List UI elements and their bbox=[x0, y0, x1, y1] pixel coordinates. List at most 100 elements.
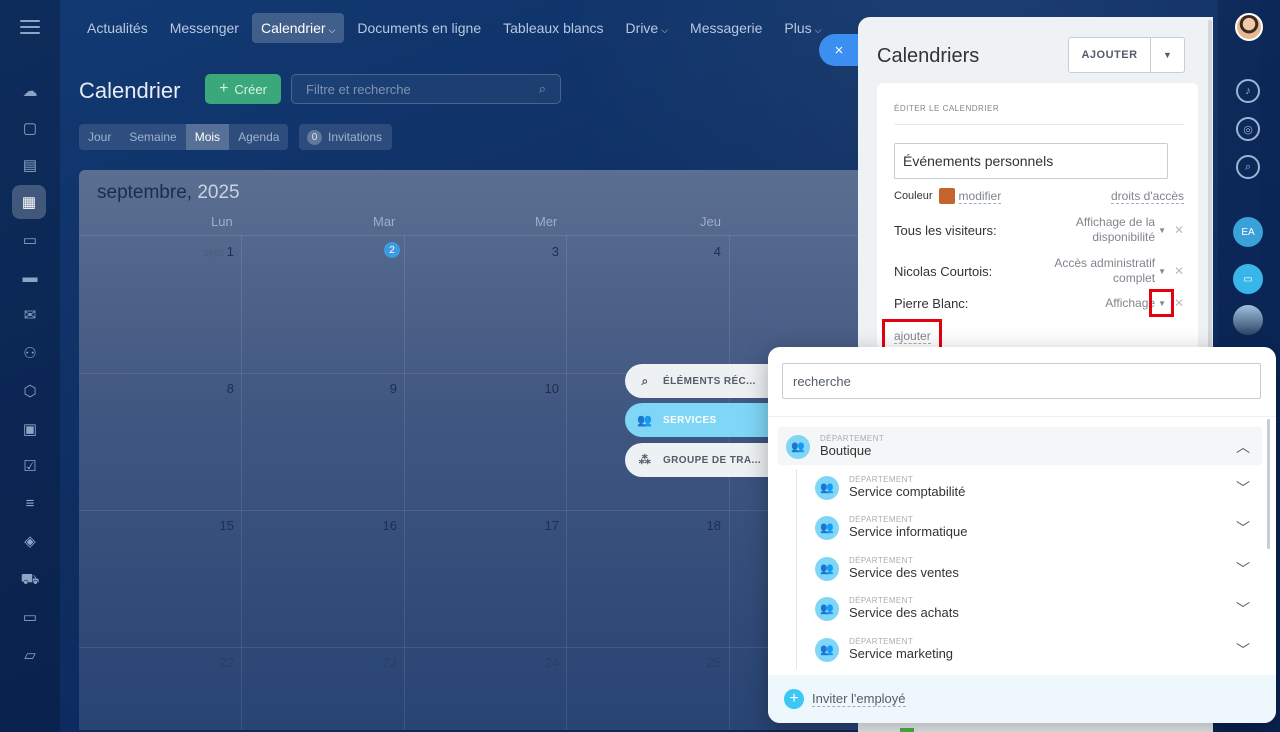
nav-item-calendrier[interactable]: Calendrier ⌵ bbox=[251, 13, 345, 43]
department-item[interactable]: 👥 DÉPARTEMENT Service des achats bbox=[815, 596, 959, 621]
divider bbox=[768, 416, 1276, 417]
people-icon: 👥 bbox=[815, 596, 839, 621]
day-cell-number[interactable]: 18 bbox=[681, 518, 721, 533]
day-cell-number[interactable]: 15 bbox=[194, 518, 234, 533]
bell-icon[interactable]: ♪ bbox=[1236, 79, 1260, 103]
nav-item-documents[interactable]: Documents en ligne bbox=[348, 13, 490, 43]
card-icon[interactable]: ▭ bbox=[19, 606, 41, 628]
day-cell-number[interactable]: 10 bbox=[519, 381, 559, 396]
add-split-button: AJOUTER ▼ bbox=[1068, 37, 1185, 73]
access-rights-link[interactable]: droits d'accès bbox=[1111, 189, 1184, 204]
tab-services[interactable]: 👥 SERVICES bbox=[625, 403, 775, 437]
grid-line bbox=[404, 235, 405, 730]
day-cell-number[interactable]: 17 bbox=[519, 518, 559, 533]
plus-circle-icon[interactable]: + bbox=[784, 689, 804, 709]
chevron-up-icon[interactable]: ︿ bbox=[1236, 437, 1250, 457]
chevron-down-icon[interactable]: ﹀ bbox=[1236, 599, 1250, 619]
day-cell-number[interactable]: 25 bbox=[681, 655, 721, 670]
pulse-icon[interactable]: ◎ bbox=[1236, 117, 1260, 141]
user-avatar[interactable] bbox=[1235, 13, 1263, 41]
contact-avatar[interactable] bbox=[1233, 305, 1263, 335]
drive-icon[interactable]: ▬ bbox=[19, 266, 41, 288]
day-cell-number[interactable]: 8 bbox=[194, 381, 234, 396]
menu-icon[interactable] bbox=[20, 20, 40, 36]
view-week[interactable]: Semaine bbox=[120, 124, 185, 150]
day-cell-number[interactable]: 3 bbox=[519, 244, 559, 259]
department-item[interactable]: 👥 DÉPARTEMENT Service marketing bbox=[815, 637, 953, 662]
document-icon[interactable]: ▤ bbox=[19, 154, 41, 176]
feed-icon[interactable]: ☁ bbox=[19, 80, 41, 102]
grid-line bbox=[566, 235, 567, 730]
tasks-icon[interactable]: ☑ bbox=[19, 455, 41, 477]
nav-item-messagerie[interactable]: Messagerie bbox=[681, 13, 771, 43]
chevron-down-icon[interactable]: ﹀ bbox=[1236, 478, 1250, 498]
remove-icon[interactable]: ✕ bbox=[1174, 296, 1184, 310]
contacts-icon[interactable]: ⚇ bbox=[19, 342, 41, 364]
day-cell-number[interactable]: 23 bbox=[357, 655, 397, 670]
people-icon: 👥 bbox=[637, 413, 653, 427]
permission-value[interactable]: Affichage de la disponibilité bbox=[1076, 215, 1155, 245]
day-cell-number[interactable]: sept 1 bbox=[189, 244, 234, 259]
day-cell-number[interactable]: 4 bbox=[681, 244, 721, 259]
day-cell-number[interactable]: 24 bbox=[519, 655, 559, 670]
nav-item-drive[interactable]: Drive ⌵ bbox=[617, 13, 678, 43]
permission-value[interactable]: Accès administratif complet bbox=[1054, 256, 1155, 286]
cart-icon[interactable]: ⛟ bbox=[19, 568, 41, 590]
selector-scrollbar[interactable] bbox=[1267, 419, 1270, 549]
caret-down-icon[interactable]: ▼ bbox=[1158, 267, 1166, 276]
department-item[interactable]: 👥 DÉPARTEMENT Service informatique bbox=[815, 515, 968, 540]
chat-bubble-icon[interactable]: ▭ bbox=[1233, 264, 1263, 294]
chevron-down-icon[interactable]: ﹀ bbox=[1236, 559, 1250, 579]
nav-item-actualites[interactable]: Actualités bbox=[78, 13, 157, 43]
calendar-icon[interactable]: ▦ bbox=[12, 185, 46, 219]
tab-work-groups[interactable]: ⁂ GROUPE DE TRA... bbox=[625, 443, 775, 477]
chat-icon[interactable]: ▢ bbox=[19, 117, 41, 139]
calendar-name-input[interactable] bbox=[894, 143, 1168, 179]
filter-icon[interactable]: ≡ bbox=[19, 492, 41, 514]
box-icon[interactable]: ◈ bbox=[19, 530, 41, 552]
department-item[interactable]: 👥 DÉPARTEMENT Boutique bbox=[786, 434, 884, 459]
chevron-down-icon[interactable]: ﹀ bbox=[1236, 518, 1250, 538]
hexagon-icon[interactable]: ⬡ bbox=[19, 380, 41, 402]
close-slider-button[interactable]: × bbox=[819, 34, 859, 66]
chevron-down-icon[interactable]: ﹀ bbox=[1236, 640, 1250, 660]
color-swatch[interactable] bbox=[938, 188, 955, 204]
invite-employee-link[interactable]: Inviter l'employé bbox=[812, 691, 906, 707]
modify-color-link[interactable]: modifier bbox=[958, 189, 1002, 204]
add-dropdown-icon[interactable]: ▼ bbox=[1151, 38, 1184, 72]
add-button[interactable]: AJOUTER bbox=[1069, 38, 1151, 72]
inbox-icon[interactable]: ▱ bbox=[19, 644, 41, 666]
view-day[interactable]: Jour bbox=[79, 124, 120, 150]
remove-icon[interactable]: ✕ bbox=[1174, 223, 1184, 237]
view-agenda[interactable]: Agenda bbox=[229, 124, 288, 150]
filter-search-input[interactable] bbox=[306, 81, 526, 97]
today-badge[interactable]: 2 bbox=[384, 242, 400, 258]
grid-line bbox=[79, 235, 879, 236]
chevron-down-icon: ⌵ bbox=[328, 25, 336, 35]
permission-value[interactable]: Affichage bbox=[1105, 296, 1155, 311]
file-icon[interactable]: ▭ bbox=[19, 229, 41, 251]
tab-recent-items[interactable]: ⌕ ÉLÉMENTS RÉC... bbox=[625, 364, 775, 398]
nav-item-messenger[interactable]: Messenger bbox=[161, 13, 248, 43]
department-item[interactable]: 👥 DÉPARTEMENT Service des ventes bbox=[815, 556, 959, 581]
day-cell-number[interactable]: 22 bbox=[194, 655, 234, 670]
search-chat-icon[interactable]: ⌕ bbox=[1236, 155, 1260, 179]
department-item[interactable]: 👥 DÉPARTEMENT Service comptabilité bbox=[815, 475, 965, 500]
weekday-label: Mer bbox=[535, 214, 558, 229]
selector-search-input[interactable] bbox=[782, 363, 1261, 399]
filter-search[interactable]: ⌕ bbox=[291, 74, 561, 104]
day-cell-number[interactable]: 9 bbox=[357, 381, 397, 396]
day-cell-number[interactable]: 16 bbox=[357, 518, 397, 533]
view-month[interactable]: Mois bbox=[185, 124, 230, 150]
invite-employee-footer: + Inviter l'employé bbox=[768, 675, 1276, 723]
caret-down-icon[interactable]: ▼ bbox=[1158, 226, 1166, 235]
invitations-button[interactable]: 0 Invitations bbox=[299, 124, 393, 150]
remove-icon[interactable]: ✕ bbox=[1174, 264, 1184, 278]
mail-icon[interactable]: ✉ bbox=[19, 304, 41, 326]
create-button[interactable]: + Créer bbox=[205, 74, 281, 104]
nav-item-tableaux[interactable]: Tableaux blancs bbox=[494, 13, 612, 43]
board-icon[interactable]: ▣ bbox=[19, 418, 41, 440]
status-indicator bbox=[900, 728, 914, 732]
edit-calendar-card: ÉDITER LE CALENDRIER Couleur modifier dr… bbox=[877, 83, 1198, 383]
user-initials-avatar[interactable]: EA bbox=[1233, 217, 1263, 247]
